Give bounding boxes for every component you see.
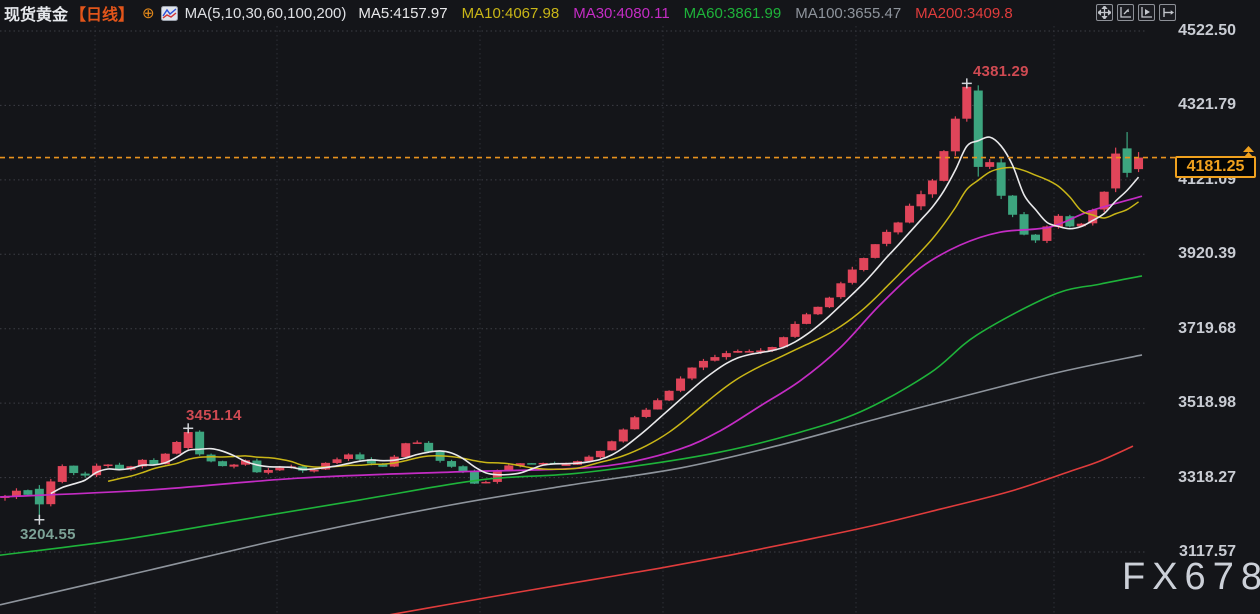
chart-toolbar bbox=[1096, 4, 1176, 21]
indicator-chart-icon[interactable] bbox=[161, 6, 178, 21]
add-indicator-icon[interactable]: ⊕ bbox=[142, 4, 155, 22]
ma-legend-item: MA30:4080.11 bbox=[573, 5, 669, 22]
symbol-name: 现货黄金 bbox=[4, 1, 68, 25]
price-chart-svg[interactable] bbox=[0, 0, 1260, 614]
crosshair-move-icon[interactable] bbox=[1096, 4, 1113, 21]
ma-legend-item: MA10:4067.98 bbox=[462, 5, 560, 22]
watermark: FX678 bbox=[1122, 556, 1260, 599]
trading-chart-window: 4522.504321.794121.093920.393719.683518.… bbox=[0, 0, 1260, 614]
ma-legend-item: MA100:3655.47 bbox=[795, 5, 901, 22]
ma-legend-item: MA60:3861.99 bbox=[684, 5, 782, 22]
chart-header: 现货黄金 【日线】 ⊕ MA(5,10,30,60,100,200) MA5:4… bbox=[0, 0, 1260, 26]
period-selector[interactable]: 【日线】 bbox=[70, 1, 134, 25]
pan-right-icon[interactable] bbox=[1138, 4, 1155, 21]
last-price-tag: 4181.25 bbox=[1175, 156, 1256, 178]
ma-legend-item: MA5:4157.97 bbox=[358, 5, 447, 22]
pan-left-icon[interactable] bbox=[1117, 4, 1134, 21]
ma-legend: MA5:4157.97 MA10:4067.98 MA30:4080.11 MA60:… bbox=[358, 5, 1012, 22]
ma-settings-label: MA(5,10,30,60,100,200) bbox=[185, 5, 347, 22]
go-to-latest-icon[interactable] bbox=[1159, 4, 1176, 21]
ma-legend-item: MA200:3409.8 bbox=[915, 5, 1013, 22]
